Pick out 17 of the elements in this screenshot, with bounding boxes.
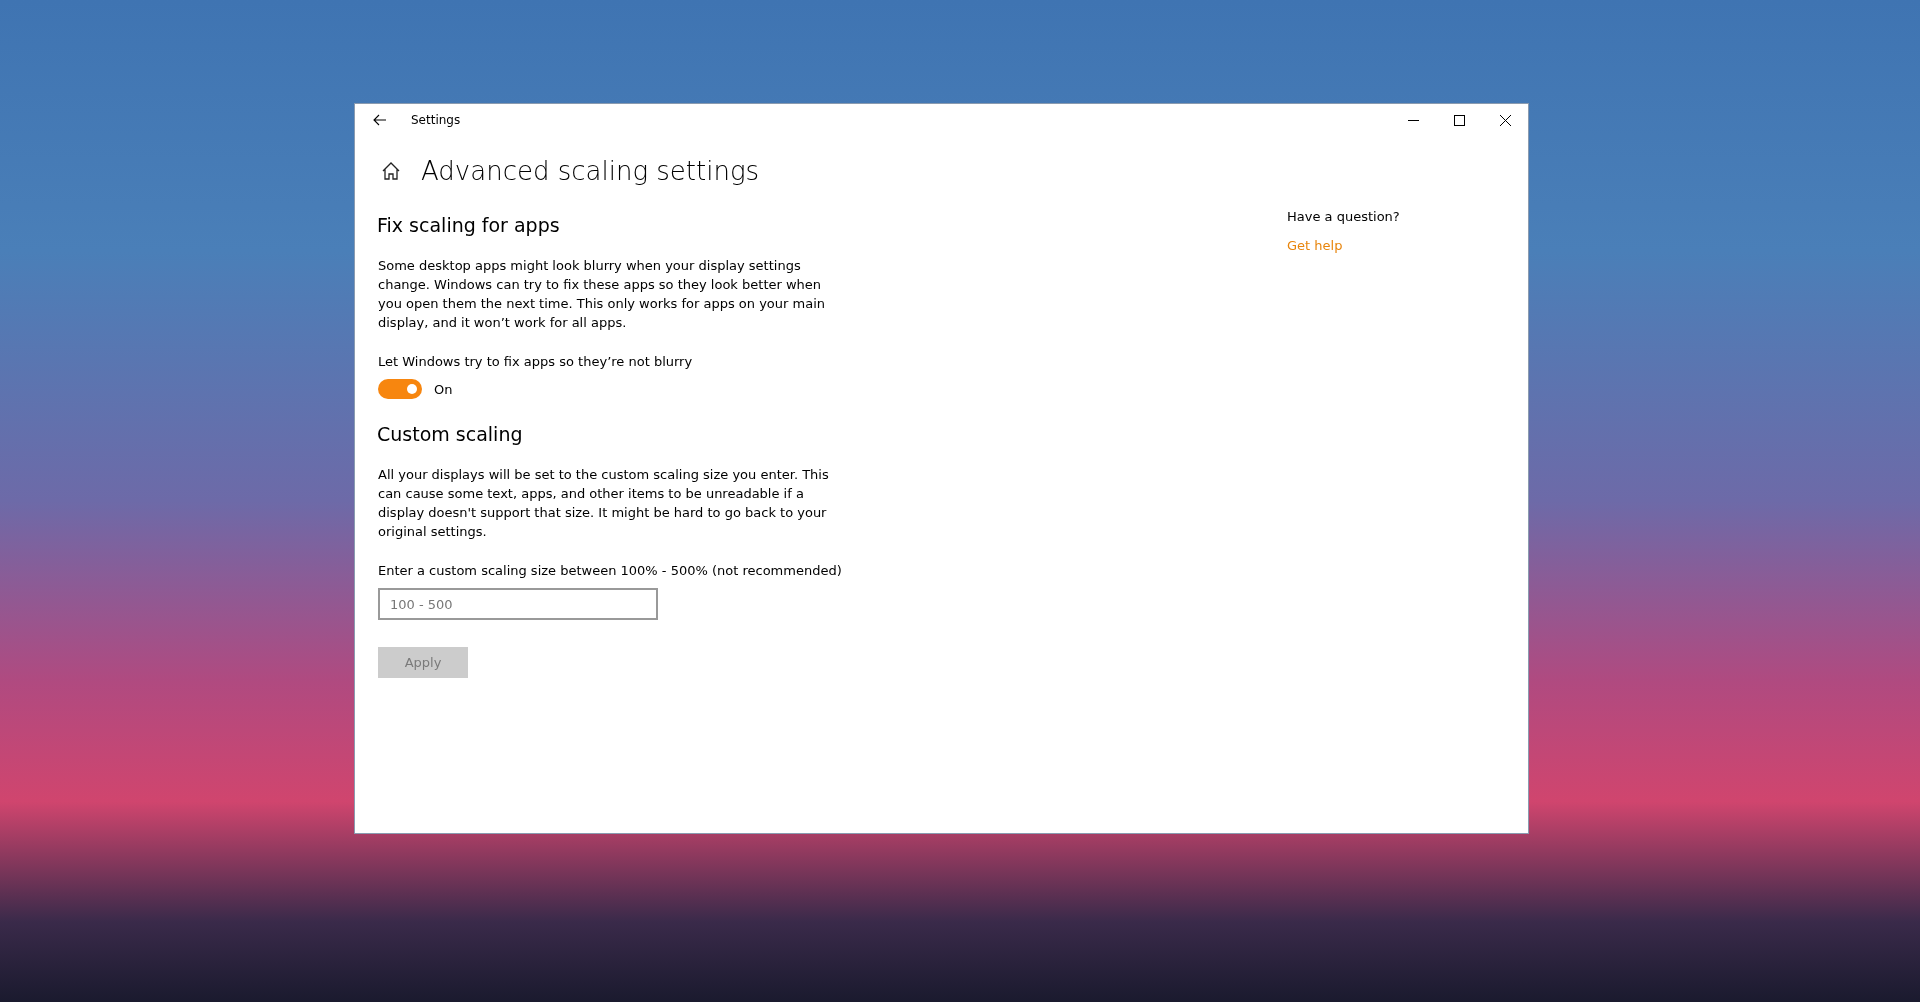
- back-arrow-icon: [373, 114, 387, 126]
- section-heading: Custom scaling: [377, 423, 524, 445]
- toggle-state-text: On: [434, 381, 453, 397]
- help-question: Have a question?: [1287, 209, 1400, 224]
- maximize-icon: [1453, 114, 1465, 126]
- section-description: Some desktop apps might look blurry when your display settings change. Windows can try to fix these apps so they look better when you open them the next time. This only works for apps on your main display, and it won’t work for all apps.: [378, 257, 826, 332]
- page-title: Advanced scaling settings: [421, 156, 760, 186]
- setting-label: Enter a custom scaling size between 100% - 500% (not recommended): [378, 563, 843, 578]
- toggle-switch[interactable]: [378, 379, 422, 399]
- scaling-input-field[interactable]: 100 - 500: [378, 588, 658, 620]
- get-help-link[interactable]: Get help: [1287, 238, 1343, 253]
- section-heading: Fix scaling for apps: [377, 214, 561, 236]
- close-icon: [1499, 114, 1511, 126]
- section-description: All your displays will be set to the custom scaling size you enter. This can cause some text, apps, and other items to be unreadable if a display doesn't support that size. It might be hard to go back to your original settings.: [378, 466, 830, 541]
- home-icon: [381, 161, 401, 181]
- setting-label: Let Windows try to fix apps so they’re not blurry: [378, 354, 694, 369]
- window-title: Settings: [411, 113, 461, 127]
